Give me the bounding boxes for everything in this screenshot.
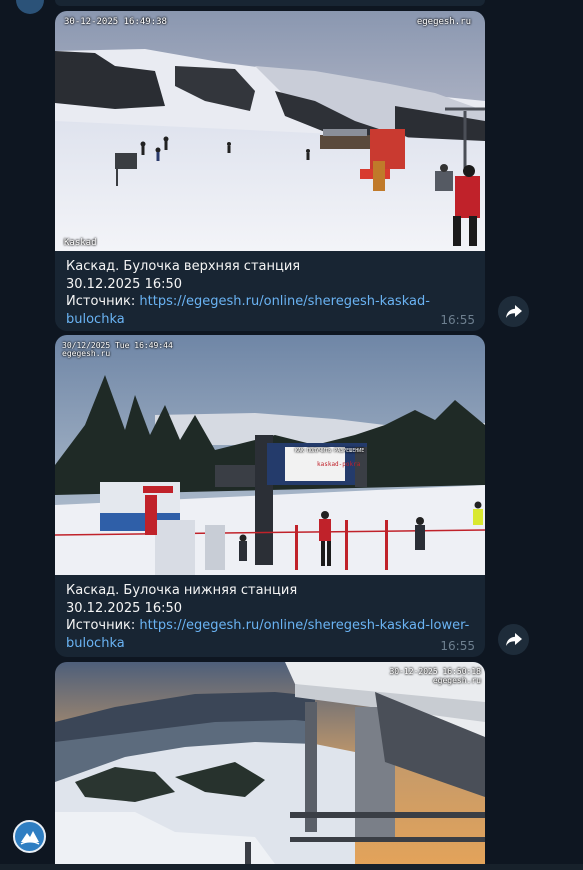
bottom-bar [0,864,583,870]
cam-label: Kaskad [64,238,97,248]
message-caption: Каскад. Булочка нижняя станция 30.12.202… [55,575,485,657]
message-bubble-2[interactable]: 30/12/2025 Tue 16:49:44 egegesh.ru КАК П… [55,335,485,657]
previous-message-bubble [55,0,485,6]
source-label: Источник: [66,294,140,309]
webcam-image [55,11,485,251]
billboard-text: КАК ПОЛУЧИТЬ РАЗРЕШЕНИЕ [295,448,365,454]
message-bubble-3[interactable]: 30-12-2025 16:50:18 egegesh.ru [55,662,485,864]
message-time: 16:55 [440,639,475,653]
webcam-image [55,335,485,575]
cam-brand: egegesh.ru [62,349,111,358]
cam-timestamp: 30-12-2025 16:49:38 [64,17,167,27]
message-datetime: 30.12.2025 16:50 [66,276,183,292]
source-link-continued[interactable]: bulochka [66,636,125,651]
share-arrow-icon [505,304,522,318]
share-button[interactable] [498,624,529,655]
billboard-site: kaskad-pokra [317,461,361,468]
cam-brand: egegesh.ru [432,676,481,685]
cam-timestamp: 30-12-2025 16:50:18 [389,667,481,676]
message-title: Каскад. Булочка нижняя станция [66,583,298,598]
share-button[interactable] [498,296,529,327]
mountain-logo-icon [20,830,39,845]
source-label: Источник: [66,618,140,633]
source-link[interactable]: https://egegesh.ru/online/sheregesh-kask… [139,618,469,633]
message-datetime: 30.12.2025 16:50 [66,600,183,616]
webcam-photo-summit[interactable]: 30-12-2025 16:50:18 egegesh.ru [55,662,485,864]
channel-avatar-icon[interactable] [13,820,46,853]
cam-brand: egegesh.ru [416,17,471,27]
previous-sender-avatar[interactable] [16,0,44,14]
webcam-photo-lower-station[interactable]: 30/12/2025 Tue 16:49:44 egegesh.ru КАК П… [55,335,485,575]
share-arrow-icon [505,632,522,646]
message-time: 16:55 [440,313,475,327]
webcam-photo-upper-station[interactable]: 30-12-2025 16:49:38 egegesh.ru Kaskad [55,11,485,251]
message-caption: Каскад. Булочка верхняя станция 30.12.20… [55,251,485,331]
message-title: Каскад. Булочка верхняя станция [66,259,301,274]
message-source: Источник: https://egegesh.ru/online/sher… [66,293,474,328]
webcam-image [55,662,485,864]
message-source-continued: bulochka [66,635,474,653]
message-bubble-1[interactable]: 30-12-2025 16:49:38 egegesh.ru Kaskad Ка… [55,11,485,331]
message-source: Источник: https://egegesh.ru/online/sher… [66,617,474,635]
